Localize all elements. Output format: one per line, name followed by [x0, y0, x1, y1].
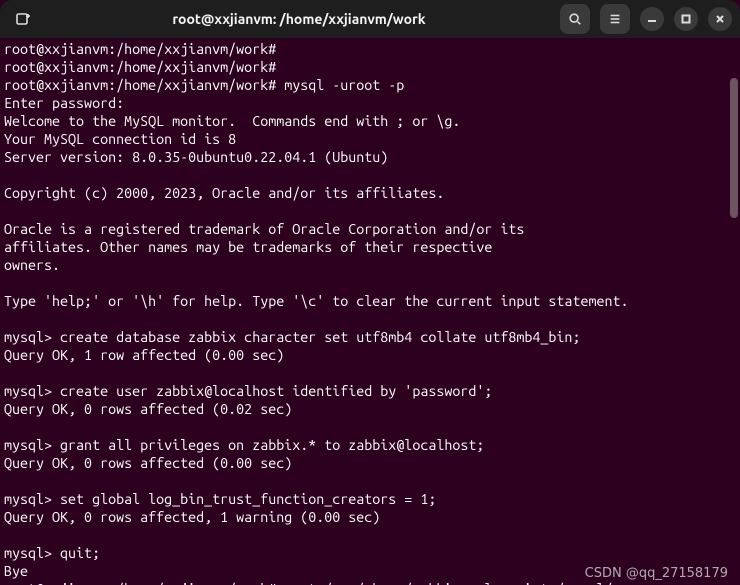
minimize-icon — [646, 13, 658, 25]
titlebar-left-controls — [8, 4, 38, 34]
new-tab-button[interactable] — [8, 4, 38, 34]
terminal-body[interactable]: root@xxjianvm:/home/xxjianvm/work# root@… — [0, 38, 740, 585]
watermark-text: CSDN @qq_27158179 — [585, 566, 728, 581]
maximize-button[interactable] — [674, 7, 698, 31]
window-title: root@xxjianvm: /home/xxjianvm/work — [44, 11, 554, 27]
search-button[interactable] — [560, 4, 590, 34]
close-icon — [714, 13, 726, 25]
hamburger-icon — [608, 12, 622, 26]
scrollbar-thumb[interactable] — [730, 78, 738, 218]
close-button[interactable] — [708, 7, 732, 31]
terminal-output: root@xxjianvm:/home/xxjianvm/work# root@… — [4, 40, 736, 585]
maximize-icon — [680, 13, 692, 25]
new-tab-icon — [15, 11, 31, 27]
window-titlebar: root@xxjianvm: /home/xxjianvm/work — [0, 0, 740, 38]
search-icon — [568, 12, 582, 26]
titlebar-right-controls — [560, 4, 732, 34]
minimize-button[interactable] — [640, 7, 664, 31]
menu-button[interactable] — [600, 4, 630, 34]
